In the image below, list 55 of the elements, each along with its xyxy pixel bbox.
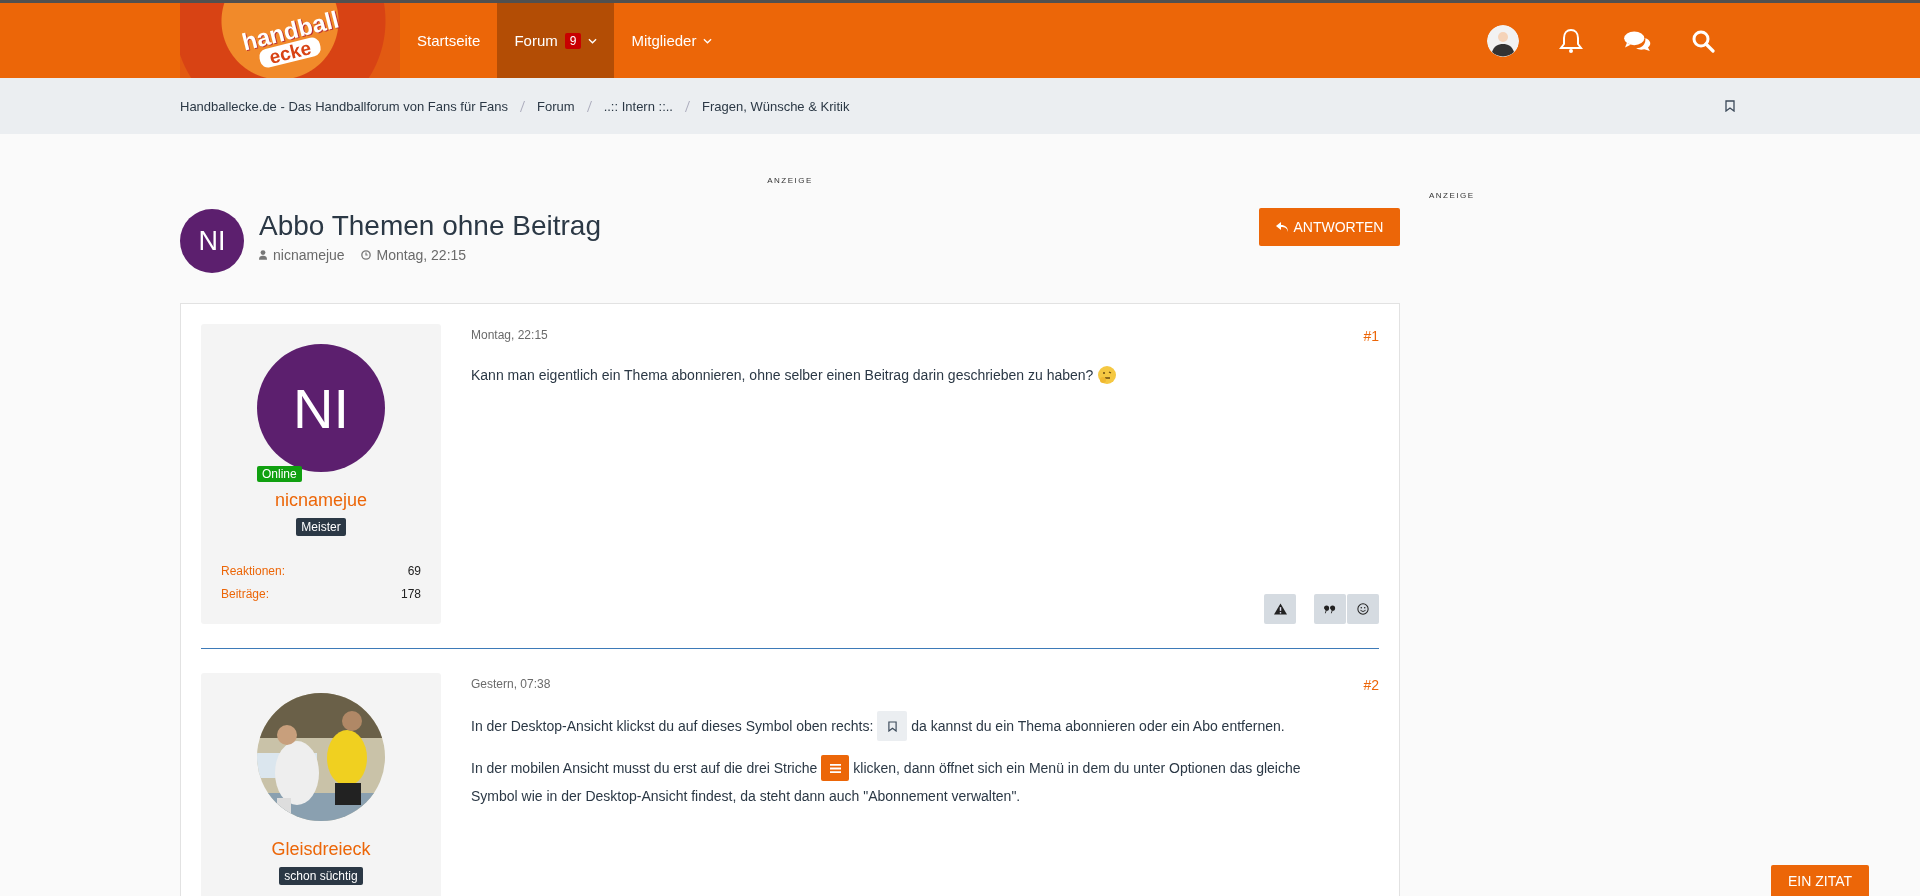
reaction-button[interactable]: [1347, 594, 1379, 624]
chevron-down-icon: [703, 37, 713, 44]
report-button[interactable]: [1264, 594, 1296, 624]
stat-label: Reaktionen:: [221, 563, 286, 580]
thread-date: Montag, 22:15: [376, 247, 467, 263]
search-icon[interactable]: [1691, 28, 1715, 53]
ad-label: ANZEIGE: [1429, 191, 1475, 200]
author-link[interactable]: nicnamejue: [273, 247, 345, 263]
bookmark-icon[interactable]: [1725, 100, 1735, 112]
count-badge: 9: [564, 32, 582, 49]
warning-icon: [1273, 603, 1287, 615]
nav-tab[interactable]: Mitglieder: [614, 3, 730, 78]
stat-value: 69: [407, 563, 421, 580]
stat-value: 178: [400, 586, 421, 603]
bell-icon[interactable]: [1559, 27, 1583, 54]
username-link[interactable]: nicnamejue: [274, 490, 368, 511]
chat-icon[interactable]: [1623, 29, 1651, 52]
breadcrumb-link[interactable]: Handballecke.de - Das Handballforum von Fans für Fans: [180, 98, 509, 114]
emoji-icon: [1097, 365, 1118, 385]
post-text: In der mobilen Ansicht musst du erst auf die drei Striche: [471, 759, 818, 778]
post-text: In der Desktop-Ansicht klickst du auf dieses Symbol oben rechts:: [471, 717, 874, 736]
reply-arrow-icon: [1275, 222, 1288, 232]
nav-tab[interactable]: Startseite: [400, 3, 498, 78]
logo[interactable]: handball ecke: [180, 3, 400, 78]
chevron-down-icon: [588, 37, 598, 44]
quote-button[interactable]: [1314, 594, 1346, 624]
post-text: Kann man eigentlich ein Thema abonnieren, ohne selber einen Beitrag darin geschrieben zu haben?: [471, 366, 1094, 385]
ad-label: ANZEIGE: [767, 176, 813, 185]
rank-badge: Meister: [296, 518, 346, 536]
avatar[interactable]: NI: [180, 209, 244, 273]
post-text: Symbol wie in der Desktop-Ansicht findest, da steht dann auch "Abonnement verwalten".: [471, 787, 1021, 806]
thread-title: Abbo Themen ohne Beitrag: [259, 209, 602, 243]
nav-tab[interactable]: Forum 9: [497, 3, 615, 78]
reply-button[interactable]: ANTWORTEN: [1259, 208, 1400, 246]
post-date: Gestern, 07:38: [471, 677, 551, 693]
user-icon: [259, 250, 267, 260]
post-text: da kannst du ein Thema abonnieren oder ein Abo entfernen.: [911, 717, 1285, 736]
menu-icon: [821, 755, 850, 781]
clock-icon: [360, 250, 371, 260]
post-date: Montag, 22:15: [471, 328, 548, 344]
username-link[interactable]: Gleisdreieck: [271, 839, 371, 860]
online-badge: Online: [257, 466, 302, 482]
quote-button[interactable]: EIN ZITAT: [1771, 865, 1869, 896]
breadcrumb-link[interactable]: Fragen, Wünsche & Kritik: [702, 98, 850, 114]
quote-icon: [1324, 604, 1336, 614]
post-number-link[interactable]: #2: [1363, 677, 1379, 693]
bookmark-icon: [877, 711, 908, 741]
smiley-icon: [1357, 603, 1369, 615]
post-number-link[interactable]: #1: [1363, 328, 1379, 344]
breadcrumb-link[interactable]: Forum: [537, 98, 575, 114]
post-text: klicken, dann öffnet sich ein Menü in dem du unter Optionen das gleiche: [853, 759, 1301, 778]
avatar-icon[interactable]: [1487, 24, 1519, 57]
rank-badge: schon süchtig: [279, 867, 363, 885]
breadcrumb-link[interactable]: ..:: Intern ::..: [603, 98, 673, 114]
stat-label: Beiträge:: [221, 586, 270, 603]
